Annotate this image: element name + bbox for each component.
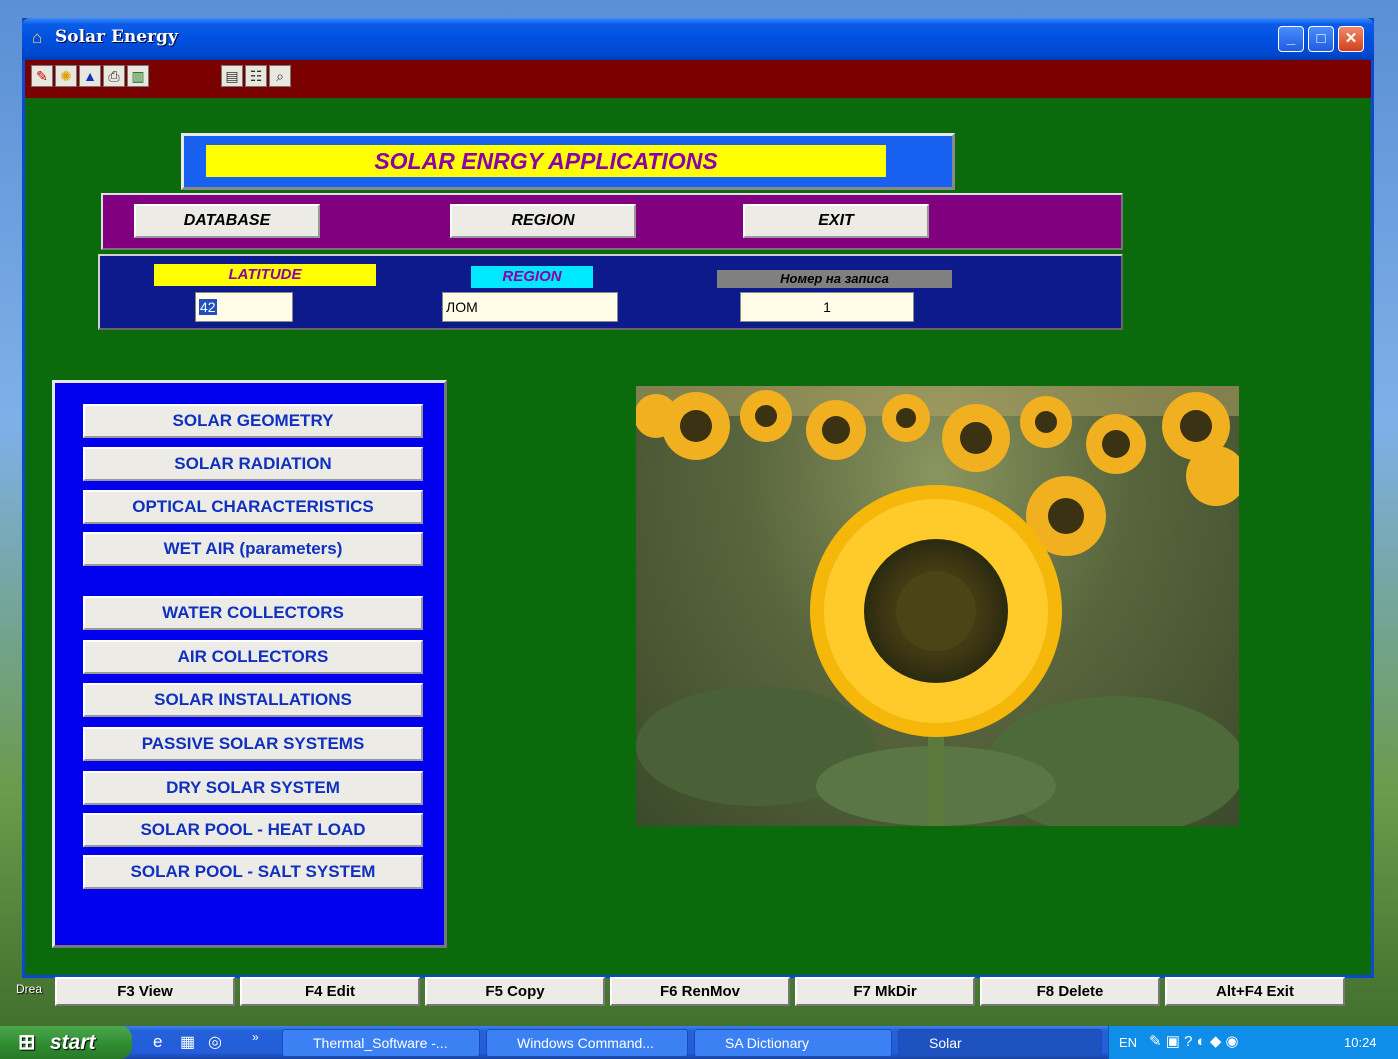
solar-geometry-button[interactable]: SOLAR GEOMETRY [83,404,423,438]
window-title: Solar Energy [55,27,178,47]
browser-icon[interactable]: ◎ [208,1032,222,1052]
solar-radiation-button[interactable]: SOLAR RADIATION [83,447,423,481]
house-icon: ⌂ [32,28,43,47]
list-icon[interactable]: ☷ [245,65,267,87]
exit-button[interactable]: EXIT [743,204,929,238]
task-sa-dictionary[interactable]: SA Dictionary [694,1029,892,1057]
f7-mkdir-button[interactable]: F7 MkDir [795,977,975,1006]
solar-energy-window: ⌂ Solar Energy _ □ ✕ ✎ ✺ ▲ ⎙ ▥ ▤ ☷ ⌕ SOL… [22,18,1374,978]
start-label: start [50,1031,96,1054]
banner-title: SOLAR ENRGY APPLICATIONS [206,145,886,177]
task-thermal-software[interactable]: Thermal_Software -... [282,1029,480,1057]
latitude-value: 42 [199,299,217,315]
water-collectors-button[interactable]: WATER COLLECTORS [83,596,423,630]
close-button[interactable]: ✕ [1338,26,1364,52]
maximize-button[interactable]: □ [1308,26,1334,52]
sunflower-illustration [636,386,1239,826]
f8-delete-button[interactable]: F8 Delete [980,977,1160,1006]
info-panel: LATITUDE 42 REGION ЛОМ Номер на записа 1 [98,254,1123,330]
record-number-label: Номер на записа [717,270,952,288]
solar-pool-salt-system-button[interactable]: SOLAR POOL - SALT SYSTEM [83,855,423,889]
clock: 10:24 [1344,1035,1377,1050]
floppy-icon[interactable]: ▦ [180,1032,195,1052]
latitude-label: LATITUDE [154,264,376,286]
language-indicator[interactable]: EN [1119,1035,1137,1050]
banner: SOLAR ENRGY APPLICATIONS [181,133,955,190]
pen-icon[interactable]: ✎ [31,65,53,87]
task-solar[interactable]: Solar [898,1029,1102,1057]
desktop-item-label[interactable]: Drea [16,982,42,996]
optical-characteristics-button[interactable]: OPTICAL CHARACTERISTICS [83,490,423,524]
windows-logo-icon: ⊞ [18,1031,36,1054]
database-button[interactable]: DATABASE [134,204,320,238]
solar-installations-button[interactable]: SOLAR INSTALLATIONS [83,683,423,717]
quicklaunch-more-icon[interactable]: » [252,1030,259,1044]
alt-f4-exit-button[interactable]: Alt+F4 Exit [1165,977,1345,1006]
start-button[interactable]: ⊞ start [0,1026,132,1059]
f6-renmov-button[interactable]: F6 RenMov [610,977,790,1006]
f4-edit-button[interactable]: F4 Edit [240,977,420,1006]
f5-copy-button[interactable]: F5 Copy [425,977,605,1006]
region-label: REGION [471,266,593,288]
wet-air-button[interactable]: WET AIR (parameters) [83,532,423,566]
print-icon[interactable]: ⎙ [103,65,125,87]
latitude-field[interactable]: 42 [195,292,293,322]
minimize-button[interactable]: _ [1278,26,1304,52]
taskbar: ⊞ start e ▦ ◎ » Thermal_Software -... Wi… [0,1026,1398,1059]
internet-explorer-icon[interactable]: e [153,1032,162,1052]
sunflower-image [636,386,1239,826]
system-tray: EN ✎ ▣ ? ◐ ◆ ◉ 10:24 [1108,1026,1398,1059]
save-icon[interactable]: ▥ [127,65,149,87]
f3-view-button[interactable]: F3 View [55,977,235,1006]
main-menu: DATABASE REGION EXIT [101,193,1123,250]
toolbar: ✎ ✺ ▲ ⎙ ▥ ▤ ☷ ⌕ [25,60,1371,98]
record-number-field[interactable]: 1 [740,292,914,322]
dry-solar-system-button[interactable]: DRY SOLAR SYSTEM [83,771,423,805]
document-icon[interactable]: ▤ [221,65,243,87]
function-key-bar: F3 View F4 Edit F5 Copy F6 RenMov F7 MkD… [55,977,1355,1008]
passive-solar-systems-button[interactable]: PASSIVE SOLAR SYSTEMS [83,727,423,761]
sun-icon[interactable]: ✺ [55,65,77,87]
title-bar[interactable]: ⌂ Solar Energy _ □ ✕ [22,18,1374,60]
modules-panel: SOLAR GEOMETRY SOLAR RADIATION OPTICAL C… [52,380,447,948]
compass-icon[interactable]: ▲ [79,65,101,87]
tray-tools-icon[interactable]: ✎ ▣ ? ◐ ◆ ◉ [1149,1032,1239,1050]
region-field[interactable]: ЛОМ [442,292,618,322]
air-collectors-button[interactable]: AIR COLLECTORS [83,640,423,674]
region-button[interactable]: REGION [450,204,636,238]
solar-pool-heat-load-button[interactable]: SOLAR POOL - HEAT LOAD [83,813,423,847]
find-icon[interactable]: ⌕ [269,65,291,87]
task-windows-command[interactable]: Windows Command... [486,1029,688,1057]
